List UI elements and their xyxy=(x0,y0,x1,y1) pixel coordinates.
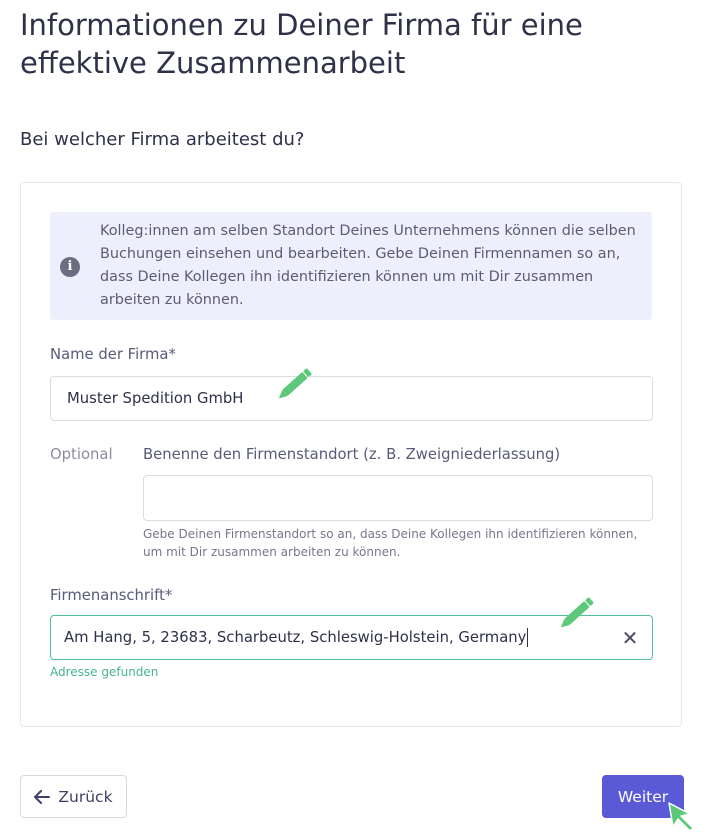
address-value: Am Hang, 5, 23683, Scharbeutz, Schleswig… xyxy=(64,629,527,646)
location-label: Benenne den Firmenstandort (z. B. Zweign… xyxy=(143,446,561,463)
info-icon: i xyxy=(60,257,80,277)
page-title: Informationen zu Deiner Firma für eine e… xyxy=(20,8,583,80)
arrow-left-icon xyxy=(34,789,51,804)
location-hint: Gebe Deinen Firmenstandort so an, dass D… xyxy=(143,527,638,559)
pencil-icon xyxy=(278,368,312,399)
next-button-label: Weiter xyxy=(617,787,669,806)
company-name-label: Name der Firma* xyxy=(50,346,176,363)
location-input[interactable] xyxy=(143,475,653,521)
optional-label: Optional xyxy=(50,446,113,463)
address-found-status: Adresse gefunden xyxy=(50,665,159,679)
info-text: Kolleg:innen am selben Standort Deines U… xyxy=(100,223,636,308)
company-name-value: Muster Spedition GmbH xyxy=(67,390,244,407)
section-title: Bei welcher Firma arbeitest du? xyxy=(20,129,305,150)
back-button-label: Zurück xyxy=(58,787,113,806)
back-button[interactable]: Zurück xyxy=(20,775,127,818)
company-name-input[interactable]: Muster Spedition GmbH xyxy=(50,376,653,421)
pencil-icon xyxy=(560,597,594,628)
close-icon[interactable]: ✕ xyxy=(620,628,640,648)
address-label: Firmenanschrift* xyxy=(50,587,173,604)
mouse-pointer-icon xyxy=(668,802,694,832)
text-caret xyxy=(527,628,529,647)
